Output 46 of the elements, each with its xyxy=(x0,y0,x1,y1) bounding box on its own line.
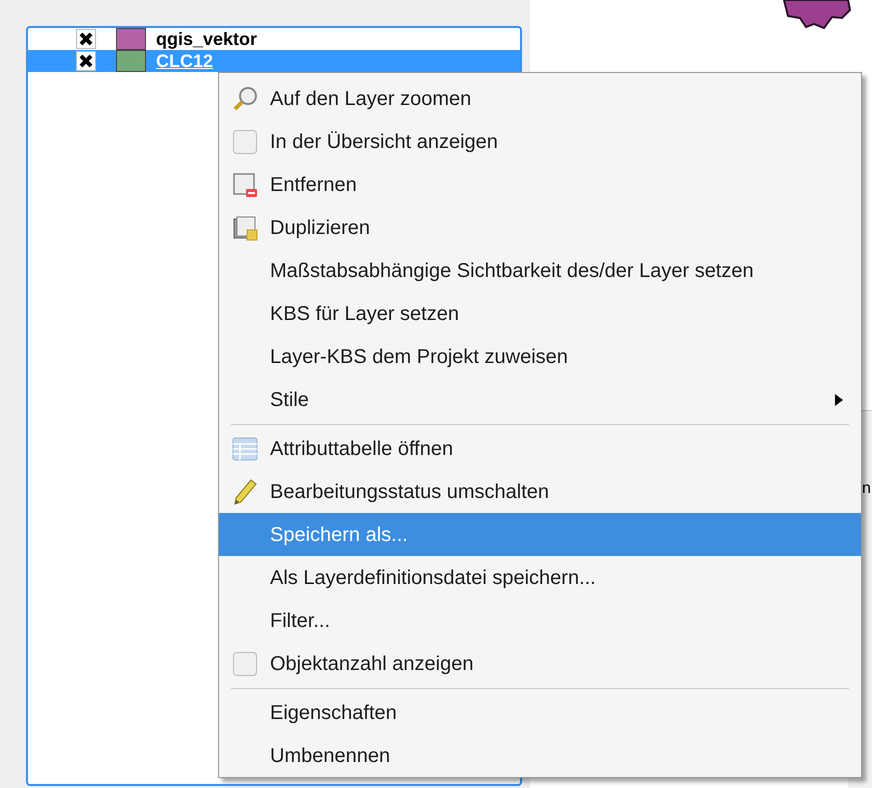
layer-name: qgis_vektor xyxy=(156,30,258,48)
menu-item[interactable]: KBS für Layer setzen xyxy=(219,292,861,335)
checkbox[interactable] xyxy=(76,51,96,71)
submenu-arrow-icon xyxy=(835,394,843,406)
layer-row[interactable]: qgis_vektor xyxy=(28,28,520,50)
checkbox[interactable] xyxy=(76,29,96,49)
menu-item-label: Auf den Layer zoomen xyxy=(270,86,472,112)
map-feature-drawing xyxy=(780,0,852,30)
menu-item-label: KBS für Layer setzen xyxy=(270,302,460,326)
menu-item[interactable]: In der Übersicht anzeigen xyxy=(219,120,861,163)
menu-item[interactable]: Filter... xyxy=(219,599,861,642)
checkbox[interactable] xyxy=(232,652,256,676)
table-icon xyxy=(232,436,258,462)
menu-item[interactable]: Duplizieren xyxy=(219,206,861,249)
menu-item[interactable]: Bearbeitungsstatus umschalten xyxy=(219,470,861,513)
layer-duplicate-icon xyxy=(232,214,258,240)
pencil-icon xyxy=(232,478,258,504)
menu-item[interactable]: Objektanzahl anzeigen xyxy=(219,642,861,685)
menu-item-label: Layer-KBS dem Projekt zuweisen xyxy=(270,344,569,370)
menu-item[interactable]: Maßstabsabhängige Sichtbarkeit des/der Layer setzen xyxy=(219,249,861,292)
panel-text: n xyxy=(862,480,871,497)
menu-item[interactable]: Umbenennen xyxy=(219,734,861,777)
menu-item[interactable]: Layer-KBS dem Projekt zuweisen xyxy=(219,335,861,378)
menu-item-label: Bearbeitungsstatus umschalten xyxy=(270,480,550,504)
layer-name: CLC12 xyxy=(156,52,214,70)
menu-item-label: Speichern als... xyxy=(270,522,409,548)
menu-item-label: Umbenennen xyxy=(270,744,392,768)
menu-item[interactable]: Entfernen xyxy=(219,163,861,206)
menu-item-label: Maßstabsabhängige Sichtbarkeit des/der Layer setzen xyxy=(270,258,755,284)
menu-item[interactable]: Eigenschaften xyxy=(219,691,861,734)
menu-item[interactable]: Attributtabelle öffnen xyxy=(219,427,861,470)
menu-item-label: Attributtabelle öffnen xyxy=(270,436,454,462)
menu-item-label: In der Übersicht anzeigen xyxy=(270,130,499,154)
menu-item-label: Filter... xyxy=(270,608,332,634)
menu-item[interactable]: Als Layerdefinitionsdatei speichern... xyxy=(219,556,861,599)
menu-item-label: Objektanzahl anzeigen xyxy=(270,652,474,676)
menu-item-label: Duplizieren xyxy=(270,216,372,240)
checkbox[interactable] xyxy=(232,130,256,154)
magnifier-icon xyxy=(232,86,258,112)
menu-item[interactable]: Stile xyxy=(219,378,861,421)
layer-remove-icon xyxy=(232,172,258,198)
menu-item-label: Stile xyxy=(270,388,310,412)
menu-item-label: Als Layerdefinitionsdatei speichern... xyxy=(270,566,597,590)
menu-item-label: Eigenschaften xyxy=(270,700,398,726)
menu-item-label: Entfernen xyxy=(270,172,358,198)
menu-item[interactable]: Auf den Layer zoomen xyxy=(219,77,861,120)
